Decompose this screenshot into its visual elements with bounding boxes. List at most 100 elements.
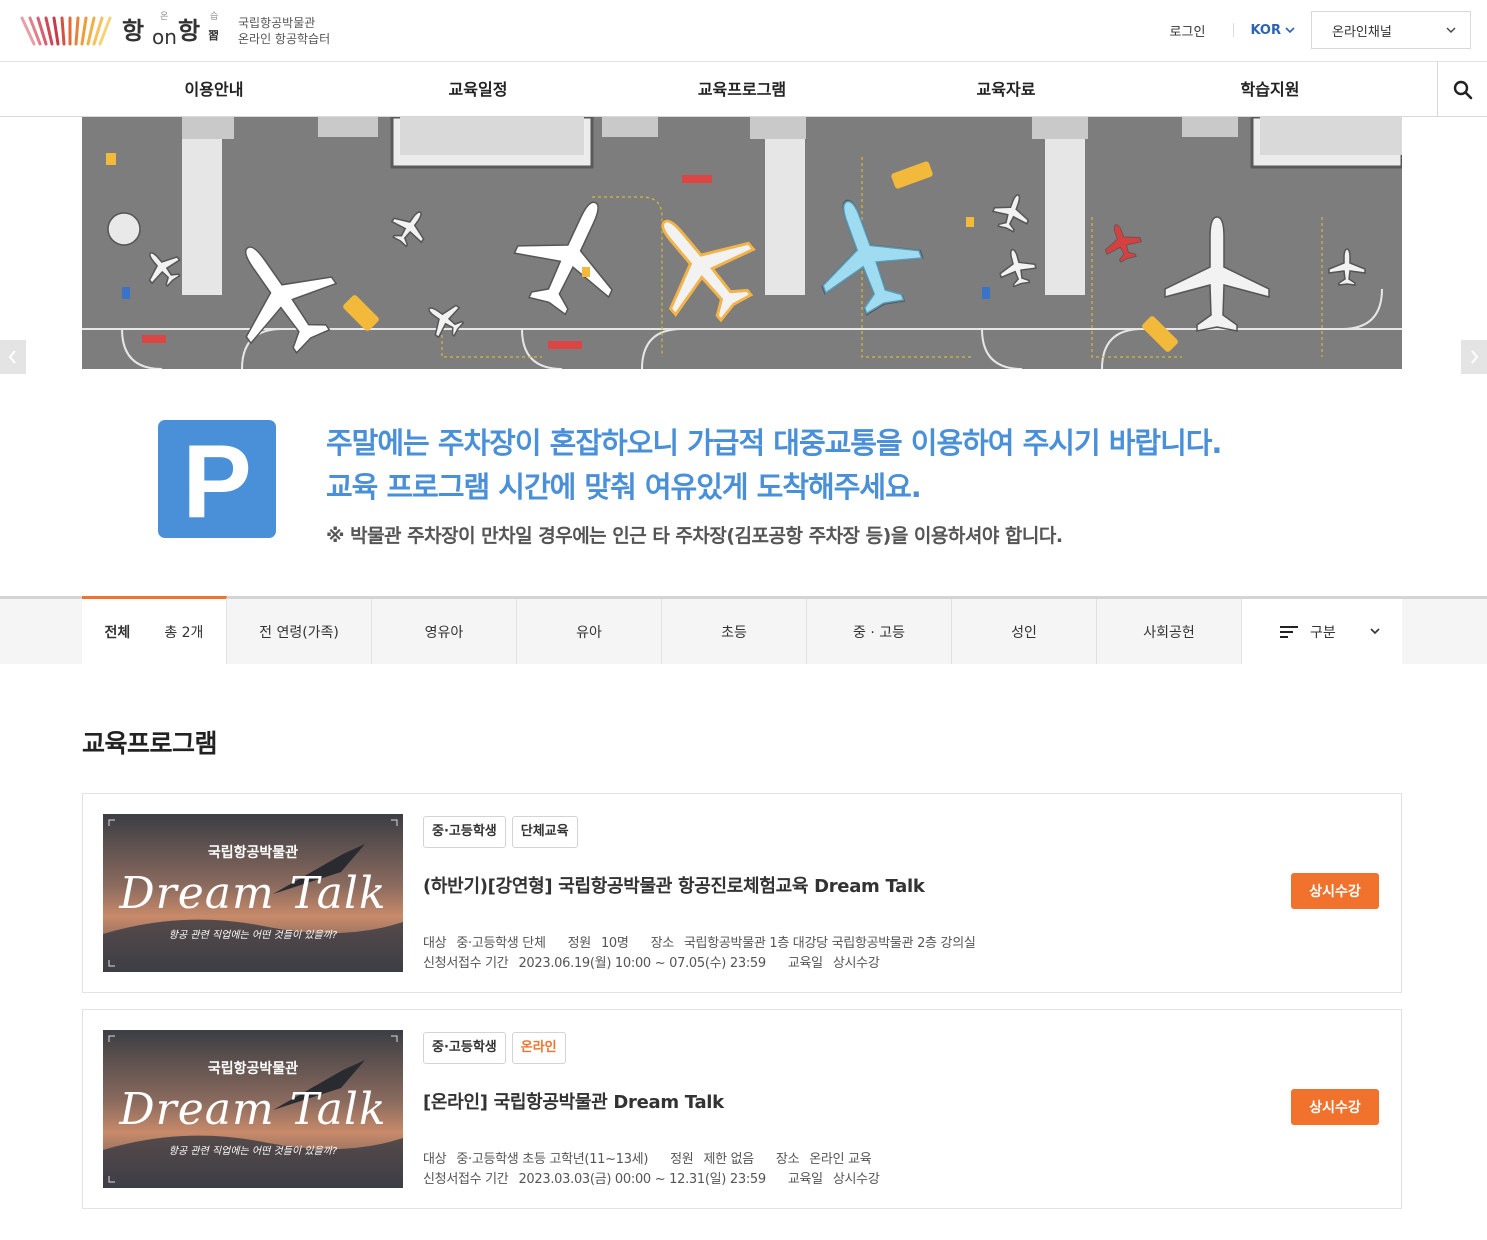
logo-mark-icon [20, 16, 112, 46]
program-meta-line-1: 대상 중·고등학생 단체 정원 10명 장소 국립항공박물관 1층 대강당 국립항공박물관… [423, 932, 976, 951]
meta-capacity-value: 제한 없음 [703, 1152, 754, 1167]
login-link[interactable]: 로그인 [1170, 21, 1206, 40]
divider [1233, 23, 1235, 37]
meta-target-label: 대상 [423, 936, 447, 951]
thumbnail-museum-text: 국립항공박물관 [207, 1061, 299, 1077]
program-meta-line-1: 대상 중·고등학생 초등 고학년(11~13세) 정원 제한 없음 장소 온라인 교육 [423, 1148, 872, 1167]
meta-capacity-label: 정원 [670, 1152, 694, 1167]
nav-item-materials[interactable]: 교육자료 [977, 62, 1036, 117]
logo-wordmark: 항 온 on 항 습 習 [122, 11, 226, 51]
meta-target-label: 대상 [423, 1152, 447, 1167]
online-channel-select[interactable]: 온라인채널 [1311, 11, 1471, 49]
meta-period-value: 2023.03.03(금) 00:00 ~ 12.31(일) 23:59 [518, 1172, 766, 1187]
meta-target-value: 중·고등학생 초등 고학년(11~13세) [456, 1152, 649, 1167]
program-meta-line-2: 신청서접수 기간 2023.03.03(금) 00:00 ~ 12.31(일) 2… [423, 1168, 880, 1187]
meta-place-value: 국립항공박물관 1층 대강당 국립항공박물관 2층 강의실 [683, 936, 976, 951]
meta-capacity-label: 정원 [567, 936, 592, 951]
meta-place-label: 장소 [650, 936, 675, 951]
program-tags: 중·고등학생 온라인 [423, 1032, 572, 1064]
tab-toddler[interactable]: 유아 [517, 599, 662, 664]
chevron-down-icon [1446, 27, 1456, 33]
program-thumbnail[interactable]: 국립항공박물관 Dream Talk 항공 관련 직업에는 어떤 것들이 있을까… [103, 814, 403, 972]
chevron-down-icon [1370, 628, 1380, 635]
language-select[interactable]: KOR [1250, 23, 1295, 38]
tab-all-ages[interactable]: 전 연령(가족) [227, 599, 372, 664]
tag-target: 중·고등학생 [423, 816, 506, 848]
meta-date-value: 상시수강 [832, 956, 880, 971]
program-title[interactable]: (하반기)[강연형] 국립항공박물관 항공진로체험교육 Dream Talk [423, 872, 925, 898]
banner-airport-illustration [82, 117, 1402, 369]
enroll-button[interactable]: 상시수강 [1291, 1089, 1379, 1125]
logo-museum-name: 국립항공박물관 [238, 16, 316, 30]
tag-target: 중·고등학생 [423, 1032, 506, 1064]
meta-target-value: 중·고등학생 단체 [456, 936, 546, 951]
program-thumbnail[interactable]: 국립항공박물관 Dream Talk 항공 관련 직업에는 어떤 것들이 있을까… [103, 1030, 403, 1188]
notice-line-2: 교육 프로그램 시간에 맞춰 여유있게 도착해주세요. [326, 470, 922, 504]
filter-tabs: 전체 총 2개 전 연령(가족) 영유아 유아 초등 중 · 고등 성인 사회공… [0, 596, 1487, 664]
nav-item-schedule[interactable]: 교육일정 [449, 62, 508, 117]
top-header: 항 온 on 항 습 習 국립항공박물관 온라인 항공학습터 로그인 KOR 온… [0, 0, 1487, 62]
online-channel-label: 온라인채널 [1332, 24, 1392, 40]
thumbnail-title-text: Dream Talk [119, 1084, 387, 1135]
tab-infant[interactable]: 영유아 [372, 599, 517, 664]
nav-item-guide[interactable]: 이용안내 [185, 62, 244, 117]
notice-line-1: 주말에는 주차장이 혼잡하오니 가급적 대중교통을 이용하여 주시기 바랍니다. [326, 426, 1222, 460]
logo-char: 습 [210, 12, 219, 22]
tag-type: 온라인 [511, 1032, 566, 1064]
thumbnail-title-text: Dream Talk [119, 868, 387, 919]
meta-period-value: 2023.06.19(월) 10:00 ~ 07.05(수) 23:59 [518, 956, 766, 971]
enroll-button[interactable]: 상시수강 [1291, 873, 1379, 909]
chevron-down-icon [1285, 26, 1295, 33]
tab-elementary[interactable]: 초등 [662, 599, 807, 664]
search-icon [1453, 80, 1472, 99]
meta-date-label: 교육일 [787, 1172, 823, 1187]
banner-next-button[interactable] [1461, 340, 1487, 374]
banner-prev-button[interactable] [0, 340, 26, 374]
logo-char: 항 [122, 17, 145, 45]
meta-date-label: 교육일 [787, 956, 823, 971]
thumbnail-caption-text: 항공 관련 직업에는 어떤 것들이 있을까? [168, 1146, 338, 1157]
parking-letter: P [182, 424, 252, 540]
meta-place-value: 온라인 교육 [809, 1152, 872, 1167]
program-tags: 중·고등학생 단체교육 [423, 816, 584, 848]
site-logo[interactable]: 항 온 on 항 습 習 국립항공박물관 온라인 항공학습터 [20, 8, 330, 54]
program-card[interactable]: 국립항공박물관 Dream Talk 항공 관련 직업에는 어떤 것들이 있을까… [82, 793, 1402, 993]
logo-service-name: 온라인 항공학습터 [238, 32, 331, 46]
search-button[interactable] [1437, 62, 1487, 117]
tab-adult[interactable]: 성인 [952, 599, 1097, 664]
meta-place-label: 장소 [775, 1152, 800, 1167]
sort-lines-icon [1280, 625, 1298, 638]
logo-char: on [152, 25, 177, 49]
meta-date-value: 상시수강 [832, 1172, 880, 1187]
program-title[interactable]: [온라인] 국립항공박물관 Dream Talk [423, 1088, 724, 1114]
tab-all-label: 전체 [104, 624, 131, 641]
program-card[interactable]: 국립항공박물관 Dream Talk 항공 관련 직업에는 어떤 것들이 있을까… [82, 1009, 1402, 1209]
sort-label: 구분 [1310, 624, 1336, 641]
utility-menu: 로그인 KOR 온라인채널 [1170, 10, 1471, 50]
language-label: KOR [1250, 22, 1281, 38]
tab-middle-high[interactable]: 중 · 고등 [807, 599, 952, 664]
tag-type: 단체교육 [511, 816, 578, 848]
logo-text: 국립항공박물관 온라인 항공학습터 [238, 15, 330, 47]
chevron-right-icon [1471, 350, 1479, 364]
tab-social[interactable]: 사회공헌 [1097, 599, 1242, 664]
main-navigation: 이용안내 교육일정 교육프로그램 교육자료 학습지원 [0, 62, 1487, 117]
parking-icon: P [158, 420, 276, 538]
logo-char: 항 [178, 17, 201, 45]
section-title: 교육프로그램 [82, 729, 218, 758]
tab-all[interactable]: 전체 총 2개 [82, 596, 227, 664]
notice-subtext: ※ 박물관 주차장이 만차일 경우에는 인근 타 주차장(김포공항 주차장 등)… [326, 525, 1063, 547]
tab-all-count: 총 2개 [164, 624, 204, 641]
nav-item-programs[interactable]: 교육프로그램 [698, 62, 786, 117]
thumbnail-museum-text: 국립항공박물관 [207, 845, 299, 861]
meta-period-label: 신청서접수 기간 [423, 956, 509, 971]
thumbnail-caption-text: 항공 관련 직업에는 어떤 것들이 있을까? [168, 930, 338, 941]
program-meta-line-2: 신청서접수 기간 2023.06.19(월) 10:00 ~ 07.05(수) 2… [423, 952, 880, 971]
logo-char: 온 [160, 12, 169, 22]
meta-period-label: 신청서접수 기간 [423, 1172, 509, 1187]
chevron-left-icon [8, 350, 16, 364]
meta-capacity-value: 10명 [600, 936, 629, 951]
sort-select[interactable]: 구분 [1242, 599, 1402, 664]
logo-char: 習 [208, 29, 219, 42]
nav-item-support[interactable]: 학습지원 [1241, 62, 1300, 117]
